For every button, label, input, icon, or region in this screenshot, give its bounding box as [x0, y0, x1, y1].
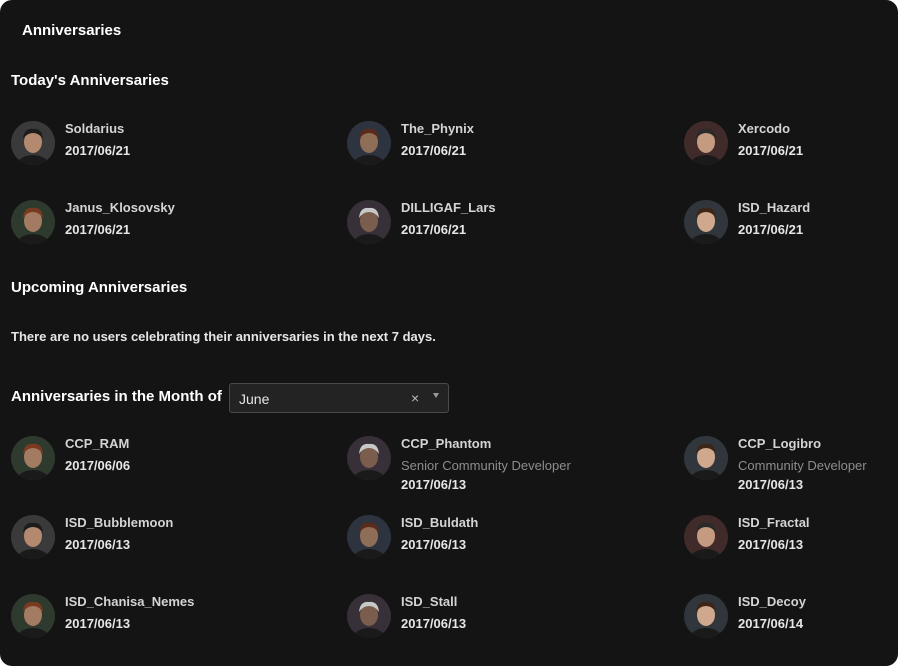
user-avatar-icon[interactable] — [11, 515, 55, 559]
user-name[interactable]: ISD_Fractal — [738, 515, 810, 530]
anniversary-date: 2017/06/13 — [401, 537, 467, 552]
user-card[interactable]: ISD_Chanisa_Nemes 2017/06/13 — [11, 594, 311, 664]
upcoming-heading: Upcoming Anniversaries — [11, 279, 188, 296]
month-select-value: June — [239, 391, 270, 407]
user-avatar-icon[interactable] — [347, 436, 391, 480]
user-avatar-icon[interactable] — [347, 515, 391, 559]
user-name[interactable]: ISD_Buldath — [401, 515, 478, 530]
today-heading: Today's Anniversaries — [11, 72, 169, 89]
user-name[interactable]: CCP_Phantom — [401, 436, 491, 451]
anniversaries-panel: Anniversaries Today's Anniversaries Sold… — [0, 0, 898, 666]
upcoming-empty-message: There are no users celebrating their ann… — [11, 329, 436, 344]
user-card[interactable]: CCP_Phantom Senior Community Developer 201… — [347, 436, 647, 506]
user-avatar-icon[interactable] — [11, 594, 55, 638]
month-label: Anniversaries in the Month of — [11, 388, 222, 405]
user-card[interactable]: ISD_Bubblemoon 2017/06/13 — [11, 515, 311, 585]
anniversary-date: 2017/06/21 — [738, 143, 804, 158]
anniversary-date: 2017/06/21 — [738, 222, 804, 237]
user-title: Community Developer — [738, 458, 867, 473]
anniversary-date: 2017/06/21 — [65, 143, 131, 158]
anniversary-date: 2017/06/13 — [738, 537, 804, 552]
user-avatar-icon[interactable] — [347, 594, 391, 638]
user-avatar-icon[interactable] — [11, 200, 55, 244]
anniversary-date: 2017/06/13 — [65, 537, 131, 552]
user-card[interactable]: CCP_RAM 2017/06/06 — [11, 436, 311, 506]
user-name[interactable]: CCP_RAM — [65, 436, 129, 451]
anniversary-date: 2017/06/14 — [738, 616, 804, 631]
user-avatar-icon[interactable] — [11, 436, 55, 480]
user-name[interactable]: Janus_Klosovsky — [65, 200, 175, 215]
clear-icon[interactable]: × — [411, 390, 419, 406]
user-name[interactable]: Soldarius — [65, 121, 124, 136]
user-avatar-icon[interactable] — [11, 121, 55, 165]
anniversary-date: 2017/06/21 — [65, 222, 131, 237]
user-name[interactable]: ISD_Stall — [401, 594, 457, 609]
user-name[interactable]: ISD_Bubblemoon — [65, 515, 173, 530]
user-avatar-icon[interactable] — [347, 121, 391, 165]
user-avatar-icon[interactable] — [684, 200, 728, 244]
anniversary-date: 2017/06/13 — [738, 477, 804, 492]
user-card[interactable]: Janus_Klosovsky 2017/06/21 — [11, 200, 311, 270]
user-name[interactable]: CCP_Logibro — [738, 436, 821, 451]
chevron-down-icon[interactable] — [433, 393, 439, 398]
user-name[interactable]: ISD_Hazard — [738, 200, 810, 215]
anniversary-date: 2017/06/21 — [401, 222, 467, 237]
user-card[interactable]: ISD_Buldath 2017/06/13 — [347, 515, 647, 585]
month-select[interactable]: June × — [229, 383, 449, 413]
anniversary-date: 2017/06/13 — [401, 616, 467, 631]
user-card[interactable]: The_Phynix 2017/06/21 — [347, 121, 647, 191]
user-name[interactable]: ISD_Decoy — [738, 594, 806, 609]
anniversary-date: 2017/06/13 — [65, 616, 131, 631]
user-avatar-icon[interactable] — [684, 121, 728, 165]
user-card[interactable]: ISD_Fractal 2017/06/13 — [684, 515, 898, 585]
user-card[interactable]: ISD_Hazard 2017/06/21 — [684, 200, 898, 270]
user-card[interactable]: Soldarius 2017/06/21 — [11, 121, 311, 191]
user-title: Senior Community Developer — [401, 458, 571, 473]
user-avatar-icon[interactable] — [684, 594, 728, 638]
user-card[interactable]: ISD_Stall 2017/06/13 — [347, 594, 647, 664]
user-card[interactable]: DILLIGAF_Lars 2017/06/21 — [347, 200, 647, 270]
user-card[interactable]: CCP_Logibro Community Developer 2017/06/13 — [684, 436, 898, 506]
user-name[interactable]: DILLIGAF_Lars — [401, 200, 496, 215]
user-card[interactable]: ISD_Decoy 2017/06/14 — [684, 594, 898, 664]
user-avatar-icon[interactable] — [684, 436, 728, 480]
user-name[interactable]: The_Phynix — [401, 121, 474, 136]
user-avatar-icon[interactable] — [684, 515, 728, 559]
panel-title: Anniversaries — [22, 22, 122, 39]
user-card[interactable]: Xercodo 2017/06/21 — [684, 121, 898, 191]
user-avatar-icon[interactable] — [347, 200, 391, 244]
anniversary-date: 2017/06/13 — [401, 477, 467, 492]
user-name[interactable]: ISD_Chanisa_Nemes — [65, 594, 194, 609]
anniversary-date: 2017/06/06 — [65, 458, 131, 473]
user-name[interactable]: Xercodo — [738, 121, 790, 136]
anniversary-date: 2017/06/21 — [401, 143, 467, 158]
